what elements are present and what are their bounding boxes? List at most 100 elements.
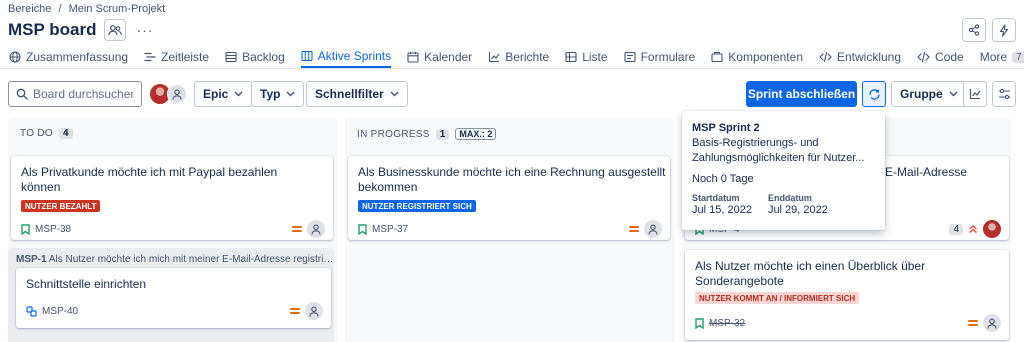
issue-card[interactable]: Als Nutzer möchte ich einen Überblick üb… (685, 250, 1009, 340)
epic-header[interactable]: MSP-1 Als Nutzer möchte ich mich mit mei… (16, 254, 334, 265)
view-settings-button[interactable] (992, 81, 1016, 107)
assignee-avatar[interactable] (983, 314, 1001, 332)
summary-line: Als Nutzer möchte ich einen Überblick üb… (695, 259, 926, 273)
end-date-group: Enddatum Jul 29, 2022 (768, 193, 828, 216)
unassigned-avatar[interactable] (167, 84, 187, 104)
column-header: TO DO 4 (20, 128, 73, 139)
issue-card[interactable]: Als Privatkunde möchte ich mit Paypal be… (11, 156, 333, 240)
story-icon (695, 317, 704, 329)
breadcrumb-item-project[interactable]: Mein Scrum-Projekt (69, 3, 166, 15)
quickfilter-dropdown[interactable]: Schnellfilter (306, 81, 408, 107)
tab-label: Kalender (424, 50, 473, 64)
tab-label: Entwicklung (837, 50, 902, 64)
complete-sprint-button[interactable]: Sprint abschließen (746, 81, 857, 107)
epic-dropdown-label: Epic (203, 87, 229, 101)
header-actions (962, 18, 1016, 42)
end-date-label: Enddatum (767, 193, 812, 203)
group-dropdown-label: Gruppe (900, 87, 943, 101)
chart-icon (969, 89, 981, 100)
tab-zusammenfassung[interactable]: Zusammenfassung (9, 46, 128, 68)
backlog-icon (225, 51, 237, 63)
priority-medium-icon (968, 318, 978, 328)
epic-key: MSP-1 (16, 254, 47, 265)
user-icon (311, 224, 321, 235)
board-icon (301, 50, 313, 62)
epic-label: NUTZER BEZAHLT (21, 200, 101, 212)
team-button[interactable] (104, 19, 127, 41)
assignee-avatar[interactable] (305, 302, 323, 320)
calendar-icon (407, 51, 419, 63)
sprint-details-popup: MSP Sprint 2 Basis-Registrierungs- und Z… (682, 111, 885, 230)
card-footer: MSP-32 (695, 314, 1001, 332)
column-header: IN PROGRESS 1 MAX.: 2 (357, 128, 497, 140)
priority-high-icon (969, 225, 977, 234)
share-button[interactable] (962, 18, 986, 42)
issue-key[interactable]: MSP-32 (709, 318, 745, 329)
share-icon (968, 24, 980, 36)
assignee-avatar[interactable] (644, 220, 662, 238)
type-dropdown[interactable]: Typ (251, 81, 305, 107)
epic-summary: Als Nutzer möchte ich mich mit meiner E-… (48, 254, 334, 265)
card-footer: MSP-40 (26, 302, 323, 320)
tab-entwicklung[interactable]: Entwicklung (819, 46, 901, 68)
tab-code[interactable]: Code (917, 46, 964, 68)
assignee-avatar[interactable] (307, 220, 325, 238)
breadcrumb-separator: / (58, 3, 62, 15)
summary-line: können (21, 180, 61, 194)
priority-medium-icon (629, 224, 639, 234)
issue-summary: Als Nutzer möchte ich einen Überblick üb… (695, 259, 925, 289)
chart-icon (489, 52, 500, 63)
sprint-refresh-icon (868, 88, 880, 100)
start-date-value: Jul 15, 2022 (692, 204, 752, 216)
tab-label: Code (935, 50, 964, 64)
more-actions-icon[interactable]: ··· (136, 22, 153, 38)
tab-kalender[interactable]: Kalender (407, 46, 472, 68)
group-dropdown[interactable]: Gruppe (891, 81, 967, 107)
tab-more[interactable]: More 7 (980, 46, 1024, 68)
end-date-value: Jul 29, 2022 (767, 204, 828, 216)
tab-label: Liste (582, 50, 608, 64)
issue-summary: Schnittstelle einrichten (26, 277, 147, 291)
issue-key[interactable]: MSP-38 (35, 224, 71, 235)
search-field[interactable] (8, 81, 142, 107)
search-input[interactable] (33, 87, 133, 101)
card-footer: MSP-38 (21, 220, 325, 238)
globe-icon (9, 51, 21, 63)
breadcrumb-item-bereiche[interactable]: Bereiche (8, 3, 51, 15)
story-points-badge: 4 (949, 223, 963, 235)
wip-limit-badge: MAX.: 2 (455, 128, 497, 140)
issue-card[interactable]: Schnittstelle einrichten MSP-40 (16, 268, 331, 328)
sprint-info-button[interactable] (862, 81, 886, 107)
board-toolbar: Epic Typ Schnellfilter Sprint abschließe… (0, 81, 1024, 107)
automation-button[interactable] (992, 18, 1016, 42)
tab-komponenten[interactable]: Komponenten (711, 46, 803, 68)
tab-backlog[interactable]: Backlog (225, 46, 285, 68)
tab-liste[interactable]: Liste (565, 46, 608, 68)
start-date-group: Startdatum Jul 15, 2022 (692, 193, 752, 216)
epic-label: NUTZER REGISTRIERT SICH (358, 200, 476, 212)
chevron-down-icon (234, 91, 243, 97)
tab-formulare[interactable]: Formulare (624, 46, 695, 68)
issue-summary: Als Businesskunde möchte ich eine Rechnu… (358, 165, 666, 195)
insights-button[interactable] (963, 81, 987, 107)
epic-dropdown[interactable]: Epic (194, 81, 253, 107)
code-icon (819, 51, 832, 63)
tab-aktive-sprints[interactable]: Aktive Sprints (300, 46, 392, 68)
tab-label: More (979, 50, 1008, 64)
priority-medium-icon (292, 224, 302, 234)
chevron-down-icon (390, 91, 399, 97)
issue-card[interactable]: Als Businesskunde möchte ich eine Rechnu… (348, 156, 670, 240)
column-count-badge: 4 (58, 128, 73, 139)
tab-zeitleiste[interactable]: Zeitleiste (144, 46, 209, 68)
assignee-avatar[interactable] (983, 220, 1001, 238)
summary-line: Als Privatkunde möchte ich mit Paypal be… (21, 165, 278, 179)
list-icon (565, 51, 577, 63)
tab-label: Zeitleiste (161, 50, 210, 64)
issue-key[interactable]: MSP-40 (42, 306, 78, 317)
issue-key[interactable]: MSP-37 (372, 224, 408, 235)
card-footer: MSP-37 (358, 220, 662, 238)
lightning-icon (999, 23, 1009, 37)
issue-summary: Als Privatkunde möchte ich mit Paypal be… (21, 165, 277, 195)
tab-berichte[interactable]: Berichte (488, 46, 549, 68)
tab-label: Komponenten (728, 50, 803, 64)
